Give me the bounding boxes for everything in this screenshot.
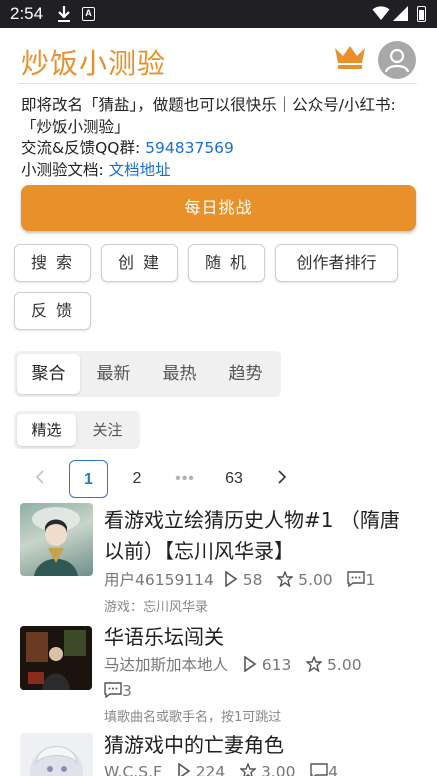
- avatar[interactable]: [378, 41, 416, 79]
- tab-featured[interactable]: 精选: [17, 414, 76, 446]
- quiz-rating: 3.00: [260, 763, 296, 776]
- quiz-comments: 4: [328, 763, 339, 776]
- rename-notice: 即将改名「猜盐」，做题也可以很快乐｜公众号/小红书:「炒饭小测验」: [21, 96, 396, 136]
- quiz-thumbnail: [20, 626, 92, 690]
- quiz-description: 游戏：忘川风华录: [104, 600, 209, 615]
- doc-label: 小测验文档:: [21, 161, 104, 179]
- pagination-ellipsis[interactable]: •••: [166, 460, 204, 498]
- doc-row: 小测验文档: 文档地址: [21, 159, 421, 181]
- comment-icon: [104, 682, 122, 698]
- tab-trending[interactable]: 趋势: [214, 354, 277, 394]
- play-icon: [243, 656, 257, 672]
- quiz-author[interactable]: 马达加斯加本地人: [104, 656, 228, 674]
- tab-hottest[interactable]: 最热: [148, 354, 211, 394]
- quiz-plays: 224: [195, 763, 226, 776]
- random-button[interactable]: 随 机: [188, 244, 265, 282]
- download-icon: [58, 6, 70, 22]
- star-icon: [306, 656, 323, 672]
- creator-ranking-button[interactable]: 创作者排行: [275, 244, 398, 282]
- tab-latest[interactable]: 最新: [82, 354, 145, 394]
- sub-tabs: 精选 关注: [14, 411, 140, 449]
- page-1-button[interactable]: 1: [69, 460, 108, 498]
- quiz-card[interactable]: 看游戏立绘猜历史人物#1 （隋唐以前）【忘川风华录】 用户46159114 58…: [20, 503, 420, 615]
- quiz-title[interactable]: 看游戏立绘猜历史人物#1 （隋唐以前）【忘川风华录】: [104, 505, 419, 567]
- wifi-icon: [372, 6, 390, 20]
- comment-icon: [310, 763, 328, 776]
- feedback-button[interactable]: 反 馈: [14, 292, 91, 330]
- app-title: 炒饭小测验: [21, 47, 167, 80]
- crown-icon[interactable]: [333, 43, 367, 71]
- create-button[interactable]: 创 建: [101, 244, 178, 282]
- play-icon: [177, 763, 191, 776]
- quiz-thumbnail: [20, 503, 93, 576]
- quiz-card[interactable]: 华语乐坛闯关 马达加斯加本地人 613 5.00 3 填歌曲名或歌手名，按1可跳…: [20, 625, 420, 725]
- quiz-comments: 1: [365, 571, 376, 589]
- prev-page-button[interactable]: [22, 460, 58, 498]
- quiz-thumbnail: [20, 733, 93, 776]
- qq-number-link[interactable]: 594837569: [145, 139, 234, 157]
- album-cover-image: [20, 626, 92, 690]
- quiz-rating: 5.00: [298, 571, 333, 589]
- quiz-meta: 马达加斯加本地人 613 5.00 3: [104, 652, 419, 704]
- quiz-description: 填歌曲名或歌手名，按1可跳过: [104, 710, 282, 725]
- signal-icon: [393, 6, 408, 21]
- quiz-rating: 5.00: [327, 656, 362, 674]
- quiz-title[interactable]: 猜游戏中的亡妻角色: [104, 730, 419, 761]
- comment-icon: [347, 571, 366, 587]
- page-last-button[interactable]: 63: [214, 460, 254, 498]
- star-icon: [277, 571, 294, 587]
- battery-icon: [417, 6, 426, 22]
- qq-group-row: 交流&反馈QQ群: 594837569: [21, 137, 421, 159]
- status-time: 2:54: [10, 4, 44, 23]
- chevron-left-icon: [35, 470, 44, 484]
- star-icon: [240, 763, 256, 776]
- quiz-comments: 3: [122, 682, 132, 700]
- next-page-button[interactable]: [264, 460, 300, 498]
- portrait-image: [32, 507, 80, 576]
- quiz-plays: 613: [261, 656, 292, 674]
- quiz-card[interactable]: 猜游戏中的亡妻角色 W.C.S.F 224 3.00 4: [20, 733, 420, 776]
- anime-character-image: [30, 746, 83, 776]
- quiz-author[interactable]: 用户46159114: [104, 571, 214, 589]
- quiz-title[interactable]: 华语乐坛闯关: [104, 622, 419, 653]
- pagination: 1 2 ••• 63: [0, 460, 437, 498]
- page-2-button[interactable]: 2: [118, 460, 156, 498]
- status-bar: 2:54 A: [0, 0, 437, 28]
- daily-challenge-button[interactable]: 每日挑战: [21, 185, 416, 231]
- search-button[interactable]: 搜 索: [14, 244, 91, 282]
- quiz-meta: 用户46159114 58 5.00 1: [104, 568, 419, 592]
- tab-aggregate[interactable]: 聚合: [17, 354, 80, 394]
- main-tabs: 聚合 最新 最热 趋势: [14, 351, 281, 397]
- play-icon: [224, 571, 238, 587]
- chevron-right-icon: [278, 470, 287, 484]
- quiz-meta: W.C.S.F 224 3.00 4: [104, 760, 419, 776]
- quiz-plays: 58: [242, 571, 263, 589]
- quiz-author[interactable]: W.C.S.F: [104, 763, 162, 776]
- a-badge-icon: A: [82, 7, 95, 21]
- doc-link[interactable]: 文档地址: [109, 161, 171, 179]
- tab-following[interactable]: 关注: [78, 414, 137, 446]
- header-divider: [18, 83, 417, 84]
- qq-label: 交流&反馈QQ群:: [21, 139, 141, 157]
- user-icon: [384, 48, 410, 73]
